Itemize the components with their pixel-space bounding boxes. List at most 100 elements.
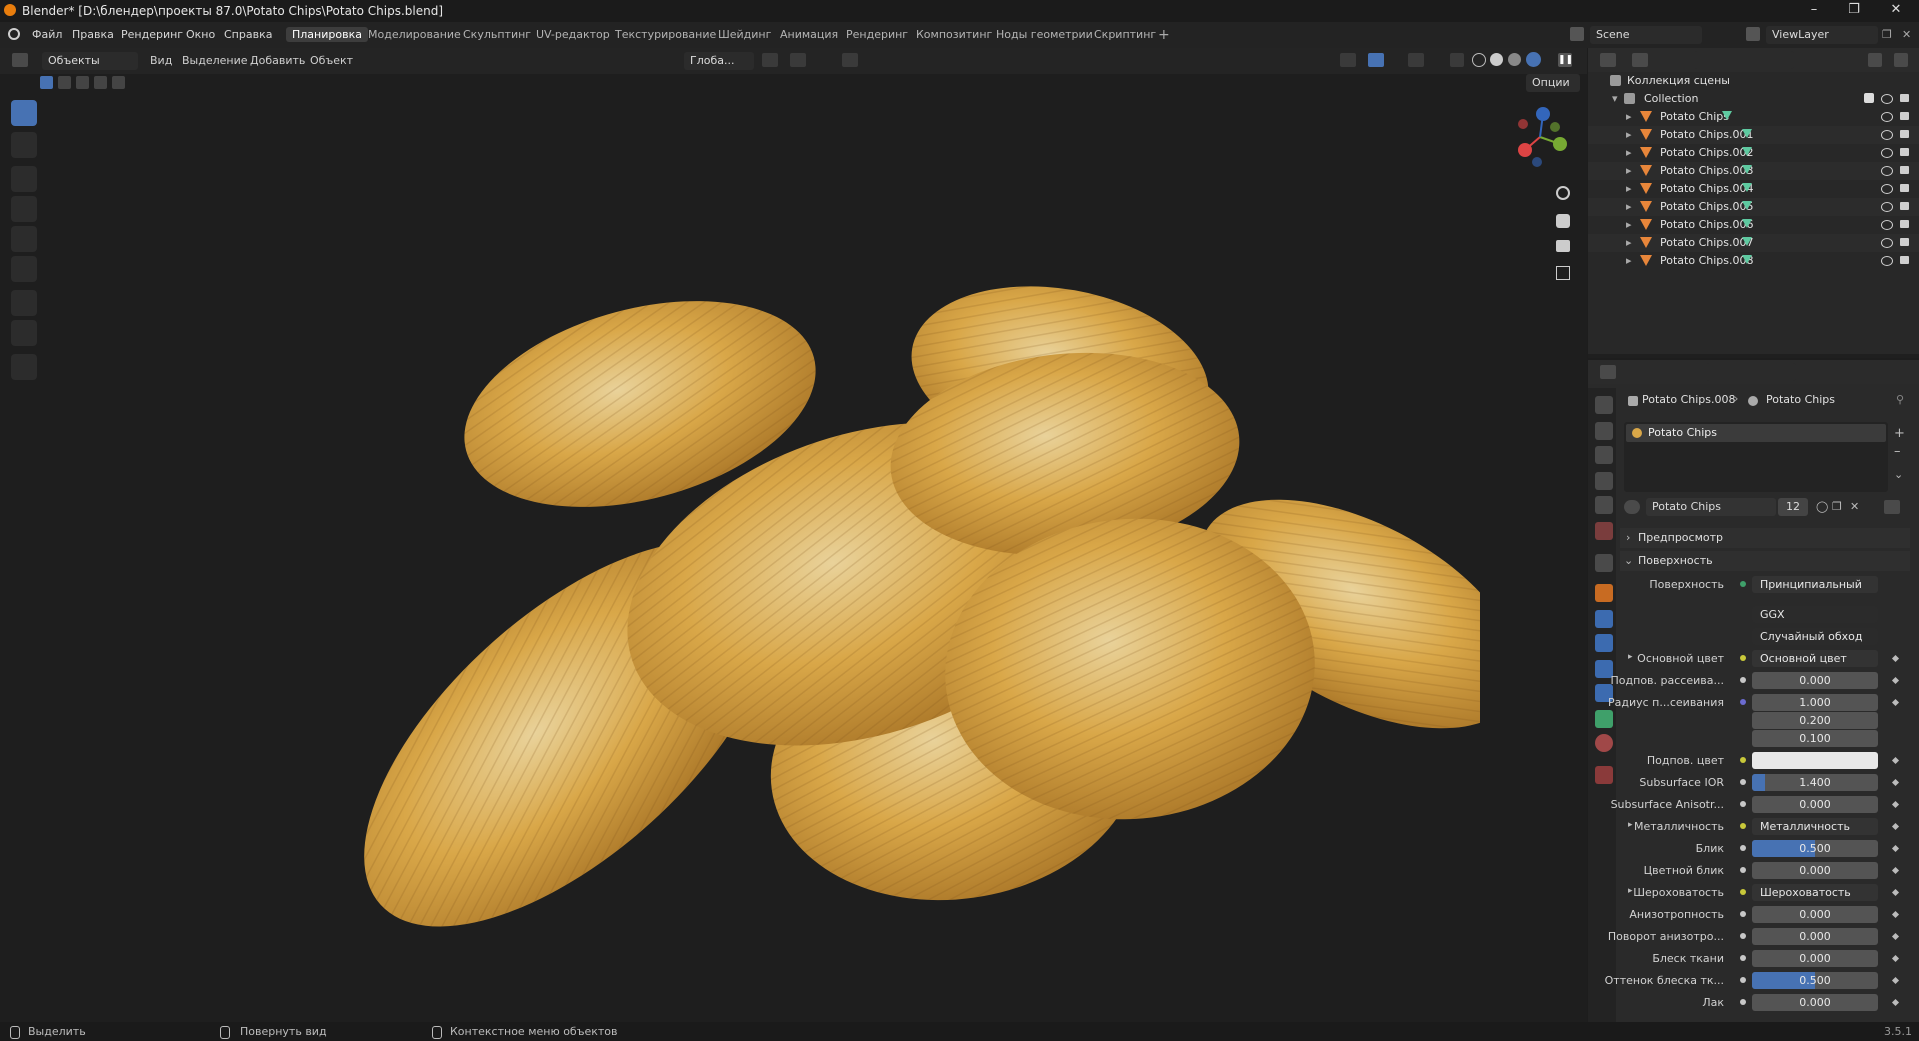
socket-icon[interactable] [1740, 911, 1746, 917]
new-collection-icon[interactable] [1894, 53, 1908, 67]
scene-selector[interactable]: Scene [1590, 26, 1702, 44]
gizmo-z-icon[interactable] [1536, 107, 1550, 121]
numeric-slider[interactable]: 0.000 [1752, 672, 1878, 689]
outliner-object-row[interactable]: ▸ Potato Chips.002 [1588, 144, 1919, 162]
tab-layout[interactable]: Планировка [286, 27, 368, 42]
tab-animation[interactable]: Анимация [774, 27, 844, 42]
subsurface-method-select[interactable]: Случайный обход [1752, 628, 1878, 645]
slot-menu-icon[interactable]: ⌄ [1894, 468, 1903, 481]
measure-tool-icon[interactable] [11, 320, 37, 346]
object-name[interactable]: Potato Chips.002 [1660, 146, 1753, 159]
render-camera-icon[interactable] [1900, 130, 1909, 138]
socket-icon[interactable] [1740, 677, 1746, 683]
socket-icon[interactable] [1740, 757, 1746, 763]
select-invert-icon[interactable] [94, 76, 107, 89]
render-camera-icon[interactable] [1900, 256, 1909, 264]
keyframe-icon[interactable] [1891, 954, 1900, 963]
world-tab-icon[interactable] [1595, 522, 1613, 540]
menu-render[interactable]: Рендеринг [121, 28, 183, 41]
keyframe-icon[interactable] [1891, 756, 1900, 765]
keyframe-icon[interactable] [1891, 998, 1900, 1007]
select-new-icon[interactable] [40, 76, 53, 89]
mode-selector[interactable]: Объекты [42, 52, 138, 70]
cursor-tool-icon[interactable] [11, 132, 37, 158]
numeric-slider[interactable]: 0.500 [1752, 840, 1878, 857]
pan-hand-icon[interactable] [1556, 214, 1570, 228]
add-slot-icon[interactable]: + [1894, 426, 1905, 441]
socket-icon[interactable] [1740, 955, 1746, 961]
expand-arrow-icon[interactable]: ▸ [1626, 164, 1632, 177]
properties-editor-icon[interactable] [1600, 365, 1616, 379]
outliner-object-row[interactable]: ▸ Potato Chips.006 [1588, 216, 1919, 234]
render-camera-icon[interactable] [1900, 184, 1909, 192]
socket-icon[interactable] [1740, 889, 1746, 895]
expand-arrow-icon[interactable]: ▸ [1626, 200, 1632, 213]
camera-view-icon[interactable] [1556, 240, 1570, 252]
transform-tool-icon[interactable] [11, 256, 37, 282]
mesh-data-icon[interactable] [1742, 129, 1752, 138]
select-intersect-icon[interactable] [112, 76, 125, 89]
keyframe-icon[interactable] [1891, 800, 1900, 809]
restore-icon[interactable]: ❐ [1834, 2, 1874, 20]
visibility-eye-icon[interactable] [1881, 220, 1893, 230]
select-extend-icon[interactable] [58, 76, 71, 89]
properties-search-input[interactable] [1706, 363, 1796, 381]
render-camera-icon[interactable] [1900, 112, 1909, 120]
visibility-icon[interactable] [1340, 53, 1356, 67]
numeric-slider[interactable]: 0.000 [1752, 796, 1878, 813]
object-name[interactable]: Potato Chips.005 [1660, 200, 1753, 213]
keyframe-icon[interactable] [1891, 932, 1900, 941]
outliner-object-row[interactable]: ▸ Potato Chips.001 [1588, 126, 1919, 144]
scene-icon[interactable] [1570, 27, 1584, 41]
surface-section[interactable]: ⌄ Поверхность [1620, 551, 1910, 571]
mesh-data-icon[interactable] [1742, 201, 1752, 210]
pin-icon[interactable]: ⚲ [1896, 393, 1904, 406]
blender-menu-icon[interactable] [8, 28, 20, 40]
mesh-data-icon[interactable] [1742, 255, 1752, 264]
overlays-icon[interactable] [1408, 53, 1424, 67]
exclude-checkbox-icon[interactable] [1864, 93, 1874, 103]
object-name[interactable]: Potato Chips.004 [1660, 182, 1753, 195]
tab-rendering[interactable]: Рендеринг [840, 27, 914, 42]
render-camera-icon[interactable] [1900, 94, 1909, 102]
numeric-slider[interactable]: 0.000 [1752, 862, 1878, 879]
unlink-material-icon[interactable]: ✕ [1850, 500, 1859, 513]
expand-arrow-icon[interactable]: ▸ [1628, 652, 1633, 662]
render-tab-icon[interactable] [1595, 422, 1613, 440]
tab-modeling[interactable]: Моделирование [362, 27, 467, 42]
linked-input-value[interactable]: Металличность [1752, 818, 1878, 835]
material-slot-item[interactable]: Potato Chips [1626, 424, 1886, 442]
menu-edit[interactable]: Правка [72, 28, 114, 41]
tab-geometry-nodes[interactable]: Ноды геометрии [990, 27, 1099, 42]
keyframe-icon[interactable] [1891, 910, 1900, 919]
outliner-object-row[interactable]: ▸ Potato Chips [1588, 108, 1919, 126]
menu-view[interactable]: Вид [150, 54, 172, 67]
object-name[interactable]: Potato Chips.006 [1660, 218, 1753, 231]
mesh-data-icon[interactable] [1742, 183, 1752, 192]
collection-row[interactable]: ▾ Collection [1588, 90, 1919, 108]
tab-shading[interactable]: Шейдинг [712, 27, 777, 42]
users-count[interactable]: 12 [1778, 498, 1808, 516]
new-view-layer-icon[interactable]: ❐ [1882, 28, 1892, 41]
expand-arrow-icon[interactable]: ▸ [1626, 236, 1632, 249]
filter-icon[interactable] [1868, 53, 1882, 67]
minimize-icon[interactable]: – [1794, 2, 1834, 20]
menu-select[interactable]: Выделение [182, 54, 248, 67]
object-name[interactable]: Potato Chips [1660, 110, 1729, 123]
select-subtract-icon[interactable] [76, 76, 89, 89]
view-layer-selector[interactable]: ViewLayer [1766, 26, 1878, 44]
scale-tool-icon[interactable] [11, 226, 37, 252]
menu-window[interactable]: Окно [186, 28, 215, 41]
numeric-slider[interactable]: 1.400 [1752, 774, 1878, 791]
color-swatch[interactable] [1752, 752, 1878, 769]
socket-icon[interactable] [1740, 999, 1746, 1005]
visibility-eye-icon[interactable] [1881, 238, 1893, 248]
numeric-slider[interactable]: 0.000 [1752, 950, 1878, 967]
link-type-icon[interactable] [1884, 500, 1900, 514]
outliner-object-row[interactable]: ▸ Potato Chips.004 [1588, 180, 1919, 198]
keyframe-icon[interactable] [1891, 676, 1900, 685]
render-camera-icon[interactable] [1900, 238, 1909, 246]
material-name-field[interactable]: Potato Chips [1646, 498, 1776, 516]
preview-section[interactable]: › Предпросмотр [1620, 528, 1910, 548]
wireframe-shading-icon[interactable] [1472, 53, 1486, 67]
